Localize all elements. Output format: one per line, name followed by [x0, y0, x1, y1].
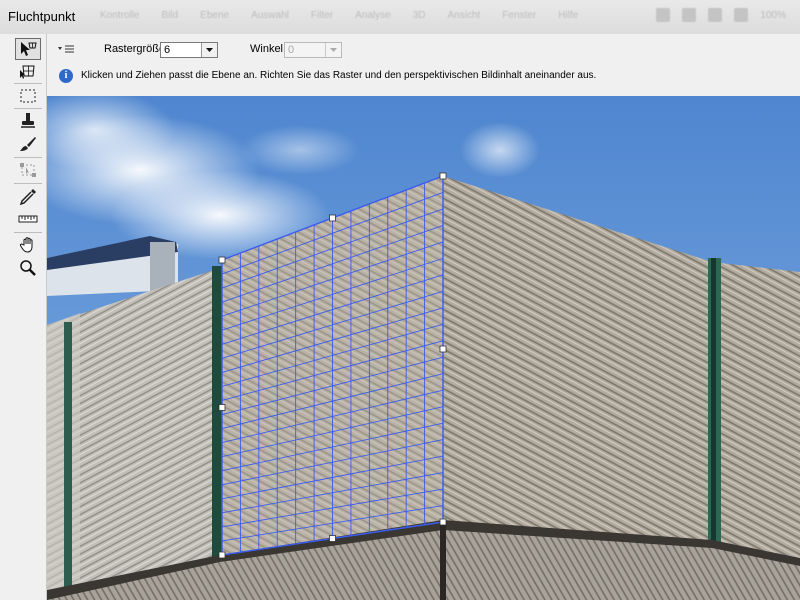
background-menu-item: Bild: [161, 10, 179, 21]
title-bar: Fluchtpunkt Kontrolle Bild Ebene Auswahl Fil…: [0, 0, 800, 35]
stamp-icon: [21, 113, 35, 128]
plane-handle[interactable]: [439, 172, 447, 180]
plane-handle[interactable]: [329, 214, 336, 222]
transform-icon: [20, 163, 36, 177]
background-menu-item: Filter: [310, 10, 334, 21]
image-canvas[interactable]: [47, 96, 800, 600]
plane-handle[interactable]: [439, 518, 447, 526]
background-menu-item: Auswahl: [251, 10, 289, 21]
measure-tool[interactable]: [15, 208, 41, 230]
chevron-down-icon: [206, 48, 213, 52]
eyedropper-icon: [19, 189, 36, 205]
marquee-tool[interactable]: [15, 85, 41, 107]
menu-arrow-icon: [58, 45, 74, 53]
hand-icon: [19, 237, 33, 253]
stamp-tool[interactable]: [15, 110, 41, 132]
plane-handle[interactable]: [439, 345, 447, 353]
grid-size-label: Rastergröße:: [104, 43, 169, 55]
background-menu-item: Analyse: [355, 10, 391, 21]
background-menu-bar: Kontrolle Bild Ebene Auswahl Filter Analyse 3D…: [100, 10, 578, 21]
zoom-tool[interactable]: [15, 257, 41, 279]
magnifier-icon: [20, 260, 36, 276]
photo-with-perspective-plane: [47, 96, 800, 600]
window-title: Fluchtpunkt: [8, 9, 76, 24]
tool-separator: [14, 83, 42, 84]
transform-tool[interactable]: [15, 159, 41, 181]
ruler-icon: [18, 215, 38, 223]
plane-handle[interactable]: [218, 404, 226, 411]
eyedropper-tool[interactable]: [15, 185, 41, 207]
background-zoom: 100%: [760, 9, 786, 21]
background-toolbar: 100%: [656, 8, 786, 22]
background-icon: [656, 8, 671, 22]
angle-dropdown-button[interactable]: [325, 43, 341, 57]
options-menu-button[interactable]: [57, 44, 75, 57]
background-menu-item: Fenster: [502, 10, 537, 21]
plane-handle[interactable]: [218, 256, 226, 264]
create-plane-icon: [20, 65, 35, 79]
brush-tool[interactable]: [15, 133, 41, 155]
background-menu-item: Hilfe: [558, 10, 579, 21]
background-icon: [708, 8, 723, 22]
background-menu-item: Ebene: [200, 10, 230, 21]
edit-plane-tool[interactable]: [15, 38, 41, 60]
plane-handle[interactable]: [218, 551, 226, 559]
options-bar: Rastergröße: 6 Winkel: 0 i Klicken und Z…: [47, 34, 800, 96]
plane-handle[interactable]: [329, 535, 336, 542]
tool-separator: [14, 232, 42, 233]
angle-value: 0: [288, 44, 295, 56]
background-icon: [734, 8, 749, 22]
info-icon: i: [59, 69, 73, 83]
hand-tool[interactable]: [15, 234, 41, 256]
tool-palette: [0, 34, 47, 600]
grid-size-value: 6: [164, 44, 171, 56]
tool-separator: [14, 183, 42, 184]
background-menu-item: Kontrolle: [100, 10, 140, 21]
create-plane-tool[interactable]: [15, 60, 41, 82]
background-icon: [682, 8, 697, 22]
chevron-down-icon: [330, 48, 337, 52]
tool-separator: [14, 157, 42, 158]
tool-separator: [14, 108, 42, 109]
grid-size-dropdown-button[interactable]: [201, 43, 217, 57]
angle-field[interactable]: 0: [284, 42, 342, 58]
grid-size-field[interactable]: 6: [160, 42, 218, 58]
marquee-icon: [20, 89, 36, 103]
brush-icon: [20, 137, 36, 151]
background-menu-item: Ansicht: [447, 10, 481, 21]
angle-label: Winkel:: [250, 43, 287, 55]
info-hint-text: Klicken und Ziehen passt die Ebene an. R…: [81, 70, 597, 81]
background-menu-item: 3D: [412, 10, 426, 21]
pointer-plane-icon: [21, 42, 37, 56]
